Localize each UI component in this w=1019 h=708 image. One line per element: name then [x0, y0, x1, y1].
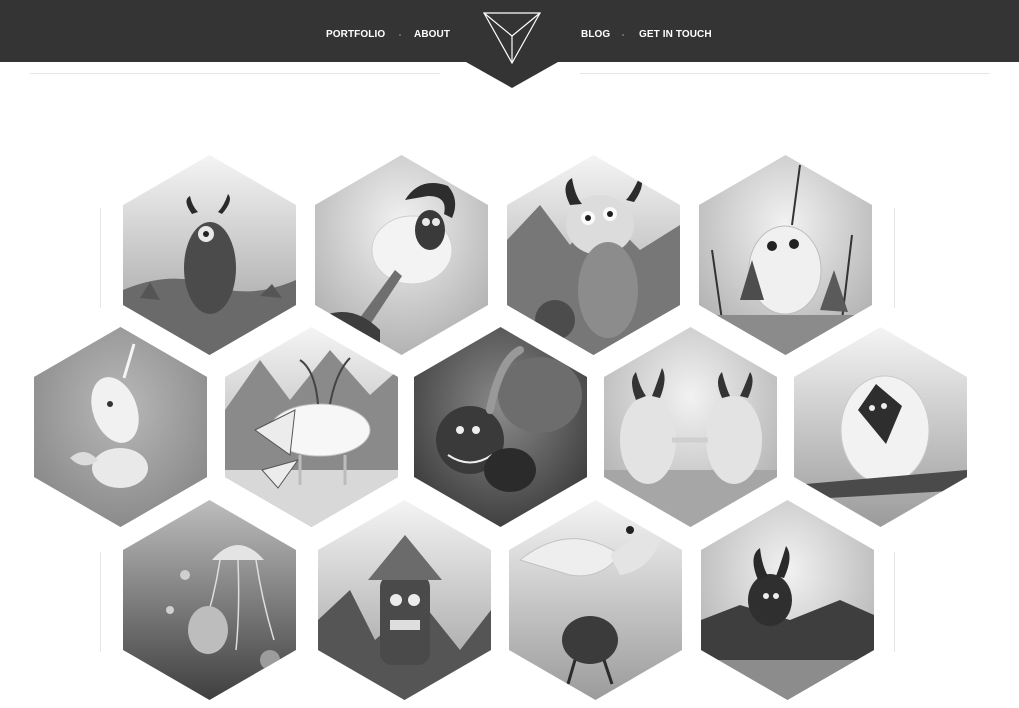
- hex-tile-tiki-mask-monster-mountains[interactable]: [318, 500, 491, 700]
- hex-tile-narwhal-creatures-lying[interactable]: [34, 327, 207, 527]
- hex-tile-tentacle-monster[interactable]: [414, 327, 587, 527]
- hex-tile-big-eyed-horned-creature-mountains[interactable]: [507, 155, 680, 355]
- hex-tile-jellyfish[interactable]: [123, 500, 296, 700]
- hex-tile-antlered-beast[interactable]: [225, 327, 398, 527]
- portfolio-gallery: [34, 155, 967, 700]
- hex-tile-bird-carrying-beetle[interactable]: [509, 500, 682, 700]
- hex-tile-hooded-yeti-on-branch[interactable]: [794, 327, 967, 527]
- hex-tile-sheep-monster-flying[interactable]: [315, 155, 488, 355]
- hex-tile-one-eyed-horned-monster[interactable]: [123, 155, 296, 355]
- hex-tile-horned-monster-on-lake[interactable]: [701, 500, 874, 700]
- hex-tile-two-yetis-shaking-hands[interactable]: [604, 327, 777, 527]
- hex-tile-monster-marionette-puppets[interactable]: [699, 155, 872, 355]
